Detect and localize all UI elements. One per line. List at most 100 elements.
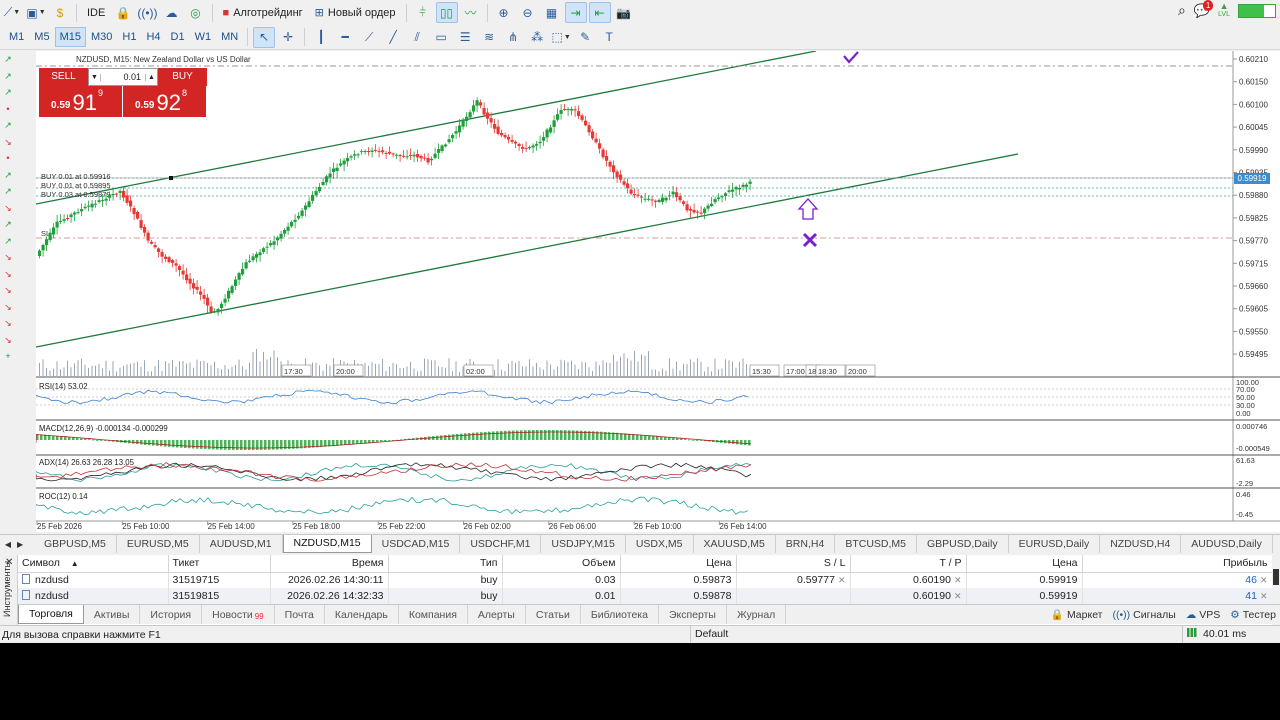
tab-alerts[interactable]: Алерты (468, 605, 526, 624)
lock-icon[interactable]: 🔒 (112, 2, 134, 23)
cell-tp[interactable]: 0.60190 (913, 590, 951, 602)
nav-arrow-down-icon[interactable]: ↘ (0, 200, 16, 217)
new-order-button[interactable]: ⊞ Новый ордер (310, 2, 401, 23)
zoom-in-icon[interactable]: ⊕ (493, 2, 515, 23)
tab-library[interactable]: Библиотека (581, 605, 659, 624)
close-position-icon[interactable]: ✕ (1257, 591, 1268, 601)
nav-arrow-down-icon[interactable]: ↘ (0, 266, 16, 283)
notifications-icon[interactable]: 💬 1 (1194, 0, 1214, 19)
lot-decrease-icon[interactable]: ▼ (89, 73, 101, 81)
horizontal-line-icon[interactable]: ━ (334, 27, 356, 48)
col-symbol[interactable]: Символ ▲ (18, 555, 169, 573)
chart-tab[interactable]: USDX,M5 (626, 534, 694, 553)
market-button[interactable]: 🔒 Маркет (1051, 608, 1103, 621)
nav-arrow-down-icon[interactable]: ↘ (0, 332, 16, 349)
col-sl[interactable]: S / L (736, 555, 851, 573)
pitchfork-icon[interactable]: ⋔ (502, 27, 524, 48)
col-volume[interactable]: Объем (502, 555, 621, 573)
nav-arrow-down-icon[interactable]: ↘ (0, 299, 16, 316)
chart-tab[interactable]: AUDUSD,Daily (1181, 534, 1273, 553)
algo-trading-button[interactable]: ■ Алготрейдинг (218, 2, 308, 23)
tf-m30[interactable]: M30 (86, 27, 117, 47)
gann-icon[interactable]: ⁂ (526, 27, 548, 48)
fibo-icon[interactable]: ☰ (454, 27, 476, 48)
col-time[interactable]: Время (270, 555, 389, 573)
vertical-line-icon[interactable]: ┃ (310, 27, 332, 48)
tab-company[interactable]: Компания (399, 605, 468, 624)
col-type[interactable]: Тип (388, 555, 503, 573)
tf-m5[interactable]: M5 (29, 27, 54, 47)
screenshot-icon[interactable]: 📷 (613, 2, 635, 23)
tf-h1[interactable]: H1 (117, 27, 141, 47)
tf-m1[interactable]: M1 (4, 27, 29, 47)
nav-arrow-up-icon[interactable]: ↗ (0, 183, 16, 200)
ray-icon[interactable]: ╱ (382, 27, 404, 48)
buy-price[interactable]: 0.59 92 8 (123, 86, 206, 117)
nav-dot-icon[interactable]: • (0, 150, 16, 167)
nav-arrow-up-icon[interactable]: ↗ (0, 117, 16, 134)
grid-icon[interactable]: ▦ (541, 2, 563, 23)
chart-tab[interactable]: USDCAD,M15 (372, 534, 461, 553)
tab-articles[interactable]: Статьи (526, 605, 581, 624)
zoom-out-icon[interactable]: ⊖ (517, 2, 539, 23)
tab-news[interactable]: Новости 99 (202, 605, 275, 624)
vps-button[interactable]: ☁ VPS (1186, 609, 1221, 621)
chart-tab[interactable]: GBPUSD,M5 (34, 534, 117, 553)
status-profile[interactable]: Default (690, 626, 728, 643)
close-position-icon[interactable]: ✕ (1257, 575, 1268, 585)
remove-tp-icon[interactable]: ✕ (951, 575, 962, 585)
text-icon[interactable]: T (598, 27, 620, 48)
candles-icon[interactable]: ▯▯ (435, 2, 458, 23)
chart-tab[interactable]: AUDUSD,M1 (200, 534, 283, 553)
chart-window-icon[interactable]: ▣ ▼ (25, 2, 47, 23)
tf-mn[interactable]: MN (216, 27, 243, 47)
tf-m15[interactable]: M15 (54, 27, 86, 47)
dollar-icon[interactable]: $ (49, 2, 71, 23)
level-widget[interactable]: ▲ LVL (1218, 2, 1230, 19)
signals-button[interactable]: ((•)) Сигналы (1113, 609, 1176, 621)
tab-history[interactable]: История (140, 605, 203, 624)
tf-h4[interactable]: H4 (141, 27, 165, 47)
tab-experts[interactable]: Эксперты (659, 605, 727, 624)
nav-arrow-down-icon[interactable]: ↘ (0, 315, 16, 332)
cell-tp[interactable]: 0.60190 (913, 574, 951, 586)
nav-arrow-up-icon[interactable]: ↗ (0, 68, 16, 85)
col-tp[interactable]: T / P (850, 555, 967, 573)
chart-tab[interactable]: EURUSD,M5 (117, 534, 200, 553)
chart-tab[interactable]: EURUSD,Daily (1009, 534, 1101, 553)
table-row[interactable]: nzdusd 31519815 2026.02.26 14:32:33 buy … (18, 588, 1273, 604)
nav-arrow-up-icon[interactable]: ↗ (0, 167, 16, 184)
sell-price[interactable]: 0.59 91 9 (39, 86, 122, 117)
chart-tab[interactable]: BRN,H4 (776, 534, 836, 553)
chart-canvas[interactable]: 0.602100.601500.601000.600450.599900.599… (36, 51, 1280, 532)
lot-value[interactable]: 0.01 (101, 72, 145, 82)
nav-arrow-up-icon[interactable]: ↗ (0, 216, 16, 233)
nav-arrow-up-icon[interactable]: ↗ (0, 84, 16, 101)
nav-arrow-down-icon[interactable]: ↘ (0, 134, 16, 151)
chart-type-line-icon[interactable]: ⟋ ▼ (1, 2, 23, 23)
remove-tp-icon[interactable]: ✕ (951, 591, 962, 601)
buy-button[interactable]: BUY (158, 68, 207, 86)
cloud-icon[interactable]: ☁ (161, 2, 183, 23)
rectangle-icon[interactable]: ▭ (430, 27, 452, 48)
trendline-icon[interactable]: ⟋ (358, 27, 380, 48)
lot-stepper[interactable]: ▼ 0.01 ▲ (88, 68, 158, 86)
fibo-fan-icon[interactable]: ≋ (478, 27, 500, 48)
nav-arrow-down-icon[interactable]: ↘ (0, 249, 16, 266)
chart-tab[interactable]: NZDUSD,H4 (1100, 534, 1182, 553)
cursor-icon[interactable]: ↖ (253, 26, 276, 48)
channel-icon[interactable]: ⫽ (406, 27, 428, 48)
shapes-icon[interactable]: ⬚ ▼ (550, 27, 572, 48)
line-chart-icon[interactable]: 〰 (460, 2, 482, 23)
tf-w1[interactable]: W1 (190, 27, 217, 47)
table-row[interactable]: nzdusd 31519715 2026.02.26 14:30:11 buy … (18, 572, 1273, 588)
chart-tab[interactable]: NZDUSD,M15 (282, 534, 372, 553)
autoscroll-icon[interactable]: ⇥ (564, 2, 587, 23)
chart-tab[interactable]: GBPUSD,Daily (917, 534, 1009, 553)
pencil-icon[interactable]: ✎ (574, 27, 596, 48)
ide-button[interactable]: IDE (82, 2, 110, 23)
sell-button[interactable]: SELL (39, 68, 88, 86)
tab-mail[interactable]: Почта (275, 605, 325, 624)
col-ticket[interactable]: Тикет (168, 555, 271, 573)
tab-journal[interactable]: Журнал (727, 605, 787, 624)
